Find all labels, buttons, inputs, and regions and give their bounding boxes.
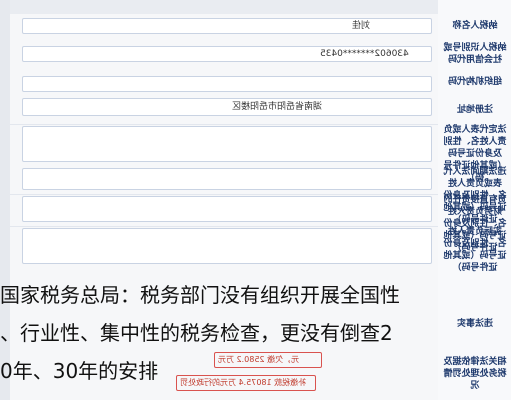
field-address[interactable] <box>22 98 432 116</box>
label-taxpayer-name: 纳税人名称 <box>452 21 498 31</box>
divider <box>10 226 438 227</box>
field-org-code[interactable] <box>22 76 432 92</box>
caption-line-2: 、行业性、集中性的税务检查，更没有倒查2 <box>0 321 393 345</box>
field-finance-head[interactable] <box>22 196 432 222</box>
value-taxpayer-name: 刘佳 <box>352 21 371 31</box>
news-caption: 国家税务总局：税务部门没有组织开展全国性 、行业性、集中性的税务检查，更没有倒查… <box>0 266 511 400</box>
caption-line-1: 国家税务总局：税务部门没有组织开展全国性 <box>0 283 400 307</box>
value-tax-id: 430602*******0435 <box>320 49 409 59</box>
top-bar <box>0 0 511 14</box>
label-org-code: 组织机构代码 <box>448 77 503 87</box>
label-address: 注册地址 <box>457 105 494 115</box>
label-tax-id: 纳税人识别号或社会信用代码 <box>443 43 507 65</box>
field-actual-head[interactable] <box>22 228 432 264</box>
divider <box>10 194 438 195</box>
caption-line-3: 0年、30年的安排 <box>0 359 159 383</box>
value-address: 湖南省岳阳市岳阳楼区 <box>232 102 323 112</box>
divider <box>10 124 438 125</box>
field-legal-rep[interactable] <box>22 126 432 162</box>
field-taxpayer-name[interactable] <box>22 18 432 34</box>
field-period-rep[interactable] <box>22 168 432 190</box>
